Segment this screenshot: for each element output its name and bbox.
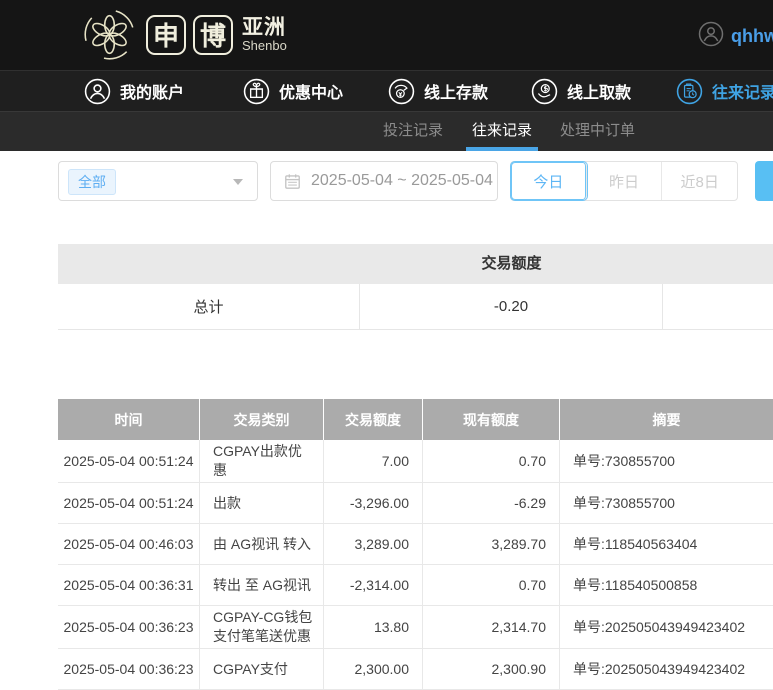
table-cell: 2,314.70 bbox=[423, 606, 560, 648]
table-cell: CGPAY出款优惠 bbox=[200, 440, 324, 482]
table-cell: 2025-05-04 00:46:03 bbox=[58, 524, 200, 564]
table-cell: 2025-05-04 00:36:23 bbox=[58, 649, 200, 689]
quick-range-button-3[interactable]: 近8日 bbox=[662, 162, 737, 200]
table-cell: 单号:118540500858 bbox=[573, 577, 698, 593]
top-bar: 申 博 亚洲 Shenbo qhhw bbox=[0, 0, 773, 70]
type-filter-selected-tag[interactable]: 全部 bbox=[68, 169, 116, 195]
column-header: 现有额度 bbox=[423, 399, 560, 440]
tab-2[interactable]: 往来记录 bbox=[466, 112, 539, 151]
table-cell: 单号:730855700 bbox=[573, 495, 675, 511]
table-cell: 2025-05-04 00:51:24 bbox=[58, 483, 200, 523]
tab-1[interactable]: 投注记录 bbox=[377, 112, 449, 151]
column-header: 交易类别 bbox=[200, 399, 324, 440]
table-cell: 出款 bbox=[200, 483, 324, 523]
records-table: 时间 交易类别 交易额度 现有额度 摘要 2025-05-04 00:51:24 CGPA… bbox=[58, 399, 773, 690]
brand-english: Shenbo bbox=[242, 37, 287, 53]
brand-char-2: 博 bbox=[193, 14, 233, 55]
table-cell: 单号:730855700 bbox=[573, 453, 675, 469]
table-cell: -6.29 bbox=[423, 483, 560, 523]
date-range-value: 2025-05-04 ~ 2025-05-04 bbox=[311, 172, 493, 189]
table-cell: 2025-05-04 00:36:31 bbox=[58, 565, 200, 605]
tab-3[interactable]: 处理中订单 bbox=[554, 112, 641, 151]
nav-item-user[interactable]: 我的账户 bbox=[84, 71, 184, 111]
table-cell: 0.70 bbox=[423, 440, 560, 482]
nav-item-label: 优惠中心 bbox=[279, 85, 344, 102]
column-header: 交易额度 bbox=[324, 399, 423, 440]
table-row: 2025-05-04 00:51:24 CGPAY出款优惠 7.00 0.70 单号:7… bbox=[58, 440, 773, 483]
records-table-body: 2025-05-04 00:51:24 CGPAY出款优惠 7.00 0.70 单号:7… bbox=[58, 440, 773, 690]
brand-char-1: 申 bbox=[146, 14, 186, 55]
chevron-down-icon bbox=[233, 179, 243, 185]
calendar-icon bbox=[283, 172, 302, 191]
column-header: 摘要 bbox=[652, 411, 681, 428]
records-icon bbox=[676, 78, 703, 105]
search-button[interactable] bbox=[755, 161, 773, 201]
quick-range-group: 今日 昨日 近8日 bbox=[510, 161, 738, 201]
table-cell: CGPAY-CG钱包支付笔笔送优惠 bbox=[200, 606, 324, 648]
summary-empty-cell bbox=[663, 284, 773, 329]
table-cell: 0.70 bbox=[423, 565, 560, 605]
table-cell: 转出 至 AG视讯 bbox=[200, 565, 324, 605]
user-icon bbox=[84, 78, 111, 105]
column-header: 时间 bbox=[58, 399, 200, 440]
summary-total-row: 总计 -0.20 bbox=[58, 284, 773, 330]
brand-logo: 申 博 亚洲 Shenbo bbox=[82, 7, 287, 62]
table-cell: 2025-05-04 00:51:24 bbox=[58, 440, 200, 482]
table-cell: 单号:202505043949423402 bbox=[573, 619, 746, 635]
avatar-icon bbox=[698, 21, 724, 52]
table-row: 2025-05-04 00:36:23 CGPAY-CG钱包支付笔笔送优惠 13.8… bbox=[58, 606, 773, 649]
summary-total-label: 总计 bbox=[58, 284, 360, 329]
table-cell: 3,289.00 bbox=[324, 524, 423, 564]
table-cell: 7.00 bbox=[324, 440, 423, 482]
table-cell: 2,300.00 bbox=[324, 649, 423, 689]
summary-header-label: 交易额度 bbox=[481, 255, 542, 272]
summary-total-value: -0.20 bbox=[360, 284, 663, 329]
table-cell: -2,314.00 bbox=[324, 565, 423, 605]
table-row: 2025-05-04 00:51:24 出款 -3,296.00 -6.29 单号:73… bbox=[58, 483, 773, 524]
table-row: 2025-05-04 00:46:03 由 AG视讯 转入 3,289.00 3,28… bbox=[58, 524, 773, 565]
nav-item-label: 往来记录 bbox=[712, 85, 773, 102]
type-filter-select[interactable]: 全部 bbox=[58, 161, 258, 201]
table-cell: 单号:118540563404 bbox=[573, 536, 698, 552]
date-range-picker[interactable]: 2025-05-04 ~ 2025-05-04 bbox=[270, 161, 498, 201]
summary-table: 交易额度 总计 -0.20 bbox=[58, 244, 773, 330]
nav-item-withdraw[interactable]: 线上取款 bbox=[531, 71, 631, 111]
table-cell: CGPAY支付 bbox=[200, 649, 324, 689]
table-cell: 3,289.70 bbox=[423, 524, 560, 564]
account-menu[interactable]: qhhw bbox=[698, 21, 773, 52]
nav-item-label: 我的账户 bbox=[120, 85, 185, 102]
nav-item-label: 线上取款 bbox=[567, 85, 632, 102]
main-nav: 我的账户 优惠中心 线上存款 线上取款 往来记录 bbox=[0, 70, 773, 111]
records-table-header: 时间 交易类别 交易额度 现有额度 摘要 bbox=[58, 399, 773, 440]
table-cell: 13.80 bbox=[324, 606, 423, 648]
withdraw-icon bbox=[531, 78, 558, 105]
table-cell: 2025-05-04 00:36:23 bbox=[58, 606, 200, 648]
table-row: 2025-05-04 00:36:23 CGPAY支付 2,300.00 2,300.… bbox=[58, 649, 773, 690]
username-label[interactable]: qhhw bbox=[731, 26, 773, 47]
brand-name-boxes: 申 博 bbox=[146, 14, 233, 55]
brand-region: 亚洲 bbox=[242, 15, 286, 39]
table-cell: -3,296.00 bbox=[324, 483, 423, 523]
nav-item-gift[interactable]: 优惠中心 bbox=[243, 71, 343, 111]
table-row: 2025-05-04 00:36:31 转出 至 AG视讯 -2,314.00 0.7… bbox=[58, 565, 773, 606]
quick-range-button-1[interactable]: 今日 bbox=[511, 162, 587, 200]
flower-logo-icon bbox=[82, 7, 137, 62]
table-cell: 2,300.90 bbox=[423, 649, 560, 689]
summary-header-row: 交易额度 bbox=[58, 244, 773, 284]
nav-item-records[interactable]: 往来记录 bbox=[676, 71, 773, 111]
nav-item-label: 线上存款 bbox=[424, 85, 489, 102]
deposit-icon bbox=[388, 78, 415, 105]
table-cell: 单号:202505043949423402 bbox=[573, 661, 746, 677]
nav-item-deposit[interactable]: 线上存款 bbox=[388, 71, 488, 111]
gift-icon bbox=[243, 78, 270, 105]
quick-range-button-2[interactable]: 昨日 bbox=[587, 162, 663, 200]
sub-nav: 投注记录 往来记录 处理中订单 bbox=[0, 111, 773, 151]
table-cell: 由 AG视讯 转入 bbox=[200, 524, 324, 564]
